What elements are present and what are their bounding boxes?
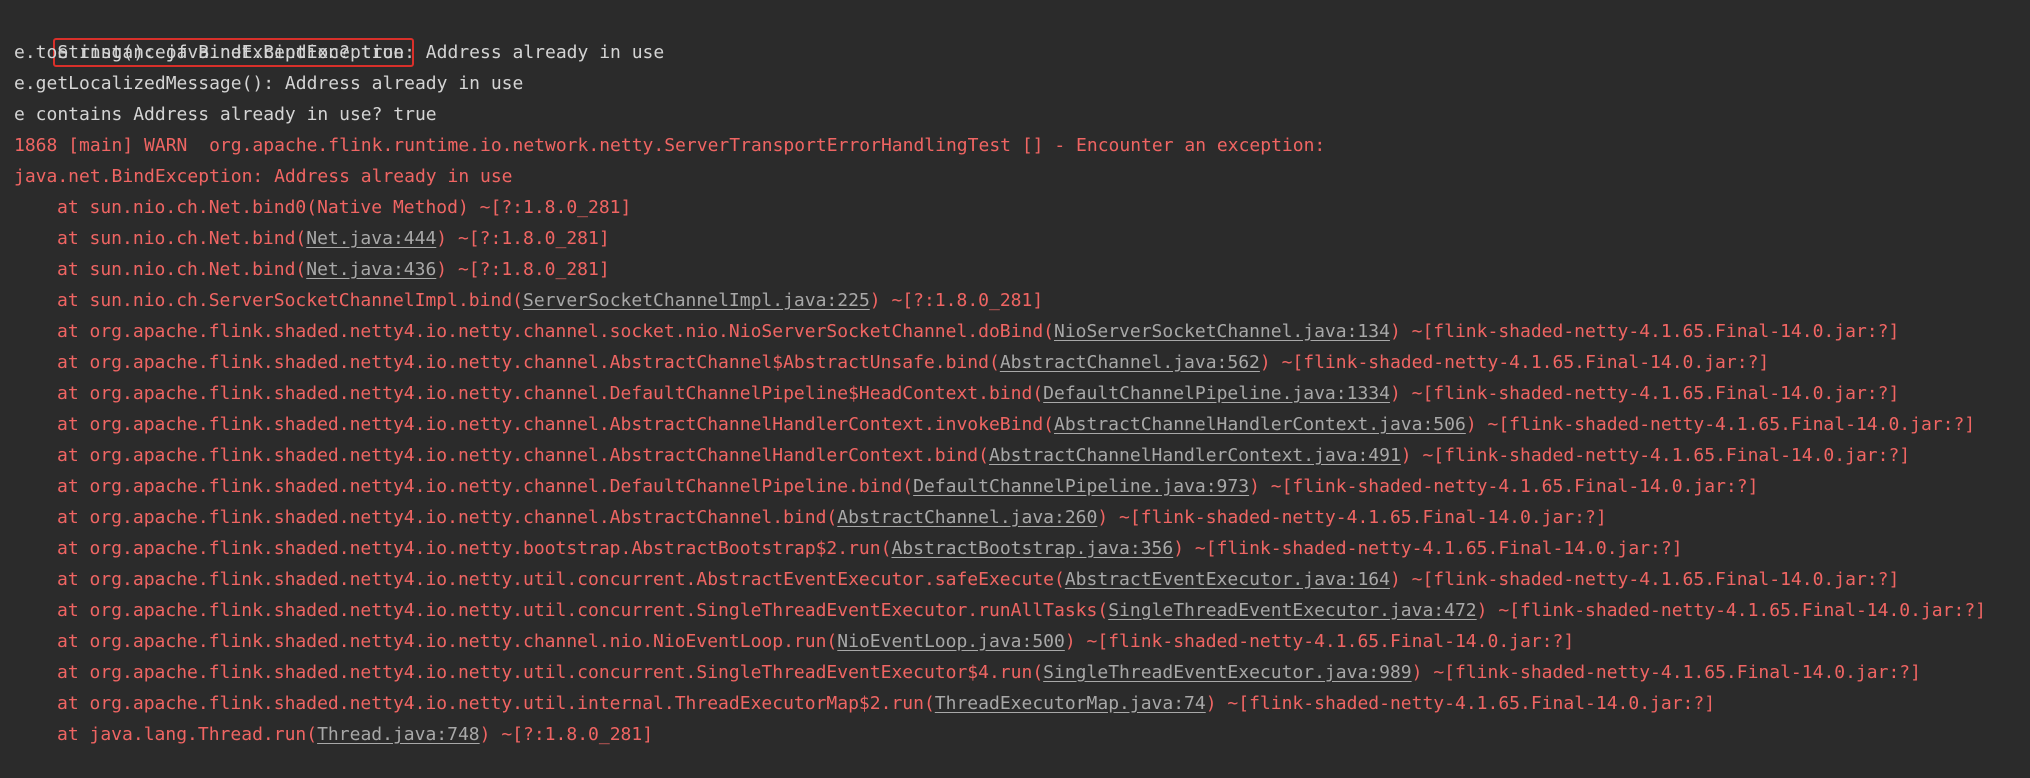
stack-frame-jar: ) ~[?:1.8.0_281] xyxy=(479,724,654,745)
stack-frame-method: at org.apache.flink.shaded.netty4.io.net… xyxy=(57,383,1044,404)
stack-frame: at sun.nio.ch.Net.bind(Net.java:444) ~[?… xyxy=(14,223,2030,254)
stack-frame-jar: ) ~[flink-shaded-netty-4.1.65.Final-14.0… xyxy=(1389,321,1900,342)
source-file-link[interactable]: AbstractBootstrap.java:356 xyxy=(891,538,1173,559)
stack-frame-method: at org.apache.flink.shaded.netty4.io.net… xyxy=(57,631,838,652)
stack-frame-jar: ) ~[?:1.8.0_281] xyxy=(436,228,610,249)
stack-frame: at org.apache.flink.shaded.netty4.io.net… xyxy=(14,595,2030,626)
source-file-link[interactable]: AbstractChannelHandlerContext.java:491 xyxy=(989,445,1401,466)
stack-frame: at org.apache.flink.shaded.netty4.io.net… xyxy=(14,657,2030,688)
stack-frame: at org.apache.flink.shaded.netty4.io.net… xyxy=(14,347,2030,378)
stack-frame-method: at sun.nio.ch.Net.bind( xyxy=(57,259,307,280)
stack-frame-method: at org.apache.flink.shaded.netty4.io.net… xyxy=(57,352,1000,373)
console-line: e.toString(): java.net.BindException: Ad… xyxy=(14,42,665,63)
stack-frame-jar: ) ~[?:1.8.0_281] xyxy=(436,259,610,280)
source-file-link[interactable]: AbstractChannel.java:562 xyxy=(1000,352,1260,373)
source-file-link[interactable]: Thread.java:748 xyxy=(317,724,480,745)
stack-frame: at org.apache.flink.shaded.netty4.io.net… xyxy=(14,533,2030,564)
warn-log-line: 1868 [main] WARN org.apache.flink.runtim… xyxy=(14,135,1326,156)
source-file-link[interactable]: DefaultChannelPipeline.java:1334 xyxy=(1043,383,1390,404)
source-file-link[interactable]: AbstractEventExecutor.java:164 xyxy=(1065,569,1390,590)
stack-frame-jar: ) ~[flink-shaded-netty-4.1.65.Final-14.0… xyxy=(1389,569,1900,590)
stack-frame-method: at sun.nio.ch.Net.bind0(Native Method) ~… xyxy=(57,197,632,218)
stack-frame-method: at org.apache.flink.shaded.netty4.io.net… xyxy=(57,321,1054,342)
console-line: e instanceof BindException? true xyxy=(14,6,2030,67)
stack-frame-method: at org.apache.flink.shaded.netty4.io.net… xyxy=(57,538,892,559)
stack-frame-jar: ) ~[flink-shaded-netty-4.1.65.Final-14.0… xyxy=(1411,662,1921,683)
source-file-link[interactable]: AbstractChannelHandlerContext.java:506 xyxy=(1054,414,1466,435)
stack-frame-method: at java.lang.Thread.run( xyxy=(57,724,318,745)
stack-frame-method: at sun.nio.ch.ServerSocketChannelImpl.bi… xyxy=(57,290,523,311)
source-file-link[interactable]: ThreadExecutorMap.java:74 xyxy=(935,693,1206,714)
stack-frame: at sun.nio.ch.Net.bind0(Native Method) ~… xyxy=(14,192,2030,223)
source-file-link[interactable]: ServerSocketChannelImpl.java:225 xyxy=(523,290,870,311)
console-output[interactable]: e instanceof BindException? true e.toStr… xyxy=(0,0,2030,778)
stack-frame-jar: ) ~[flink-shaded-netty-4.1.65.Final-14.0… xyxy=(1400,445,1911,466)
stack-frame-jar: ) ~[flink-shaded-netty-4.1.65.Final-14.0… xyxy=(1259,352,1770,373)
stack-frame: at org.apache.flink.shaded.netty4.io.net… xyxy=(14,440,2030,471)
stack-frame-method: at org.apache.flink.shaded.netty4.io.net… xyxy=(57,600,1109,621)
stack-frame-jar: ) ~[flink-shaded-netty-4.1.65.Final-14.0… xyxy=(1205,693,1716,714)
stack-frame-jar: ) ~[flink-shaded-netty-4.1.65.Final-14.0… xyxy=(1064,631,1575,652)
source-file-link[interactable]: Net.java:444 xyxy=(306,228,436,249)
console-line: e.getLocalizedMessage(): Address already… xyxy=(14,73,524,94)
stack-frame-method: at org.apache.flink.shaded.netty4.io.net… xyxy=(57,662,1044,683)
stack-frame-method: at org.apache.flink.shaded.netty4.io.net… xyxy=(57,693,935,714)
stack-frame: at org.apache.flink.shaded.netty4.io.net… xyxy=(14,502,2030,533)
exception-line: java.net.BindException: Address already … xyxy=(14,166,513,187)
stack-frame-method: at org.apache.flink.shaded.netty4.io.net… xyxy=(57,445,989,466)
stack-frame: at org.apache.flink.shaded.netty4.io.net… xyxy=(14,564,2030,595)
stack-frame-jar: ) ~[flink-shaded-netty-4.1.65.Final-14.0… xyxy=(1173,538,1683,559)
source-file-link[interactable]: SingleThreadEventExecutor.java:472 xyxy=(1108,600,1476,621)
source-file-link[interactable]: Net.java:436 xyxy=(306,259,436,280)
stack-frame: at org.apache.flink.shaded.netty4.io.net… xyxy=(14,471,2030,502)
stack-frame-method: at org.apache.flink.shaded.netty4.io.net… xyxy=(57,414,1054,435)
stack-frame: at org.apache.flink.shaded.netty4.io.net… xyxy=(14,378,2030,409)
stack-frame: at org.apache.flink.shaded.netty4.io.net… xyxy=(14,626,2030,657)
stack-trace: at sun.nio.ch.Net.bind0(Native Method) ~… xyxy=(14,192,2030,750)
source-file-link[interactable]: NioEventLoop.java:500 xyxy=(837,631,1065,652)
stack-frame-jar: ) ~[flink-shaded-netty-4.1.65.Final-14.0… xyxy=(1249,476,1759,497)
stack-frame-jar: ) ~[flink-shaded-netty-4.1.65.Final-14.0… xyxy=(1097,507,1607,528)
stack-frame-jar: ) ~[?:1.8.0_281] xyxy=(869,290,1044,311)
stack-frame-method: at org.apache.flink.shaded.netty4.io.net… xyxy=(57,569,1065,590)
source-file-link[interactable]: DefaultChannelPipeline.java:973 xyxy=(913,476,1249,497)
console-line: e contains Address already in use? true xyxy=(14,104,437,125)
source-file-link[interactable]: SingleThreadEventExecutor.java:989 xyxy=(1043,662,1411,683)
stack-frame: at org.apache.flink.shaded.netty4.io.net… xyxy=(14,688,2030,719)
stack-frame-method: at org.apache.flink.shaded.netty4.io.net… xyxy=(57,507,838,528)
stack-frame: at java.lang.Thread.run(Thread.java:748)… xyxy=(14,719,2030,750)
stack-frame-jar: ) ~[flink-shaded-netty-4.1.65.Final-14.0… xyxy=(1476,600,1986,621)
stack-frame: at sun.nio.ch.Net.bind(Net.java:436) ~[?… xyxy=(14,254,2030,285)
stack-frame: at org.apache.flink.shaded.netty4.io.net… xyxy=(14,409,2030,440)
stack-frame-method: at org.apache.flink.shaded.netty4.io.net… xyxy=(57,476,914,497)
source-file-link[interactable]: AbstractChannel.java:260 xyxy=(837,507,1097,528)
stack-frame: at sun.nio.ch.ServerSocketChannelImpl.bi… xyxy=(14,285,2030,316)
stack-frame-jar: ) ~[flink-shaded-netty-4.1.65.Final-14.0… xyxy=(1389,383,1900,404)
stack-frame: at org.apache.flink.shaded.netty4.io.net… xyxy=(14,316,2030,347)
stack-frame-method: at sun.nio.ch.Net.bind( xyxy=(57,228,307,249)
source-file-link[interactable]: NioServerSocketChannel.java:134 xyxy=(1054,321,1390,342)
stack-frame-jar: ) ~[flink-shaded-netty-4.1.65.Final-14.0… xyxy=(1465,414,1976,435)
